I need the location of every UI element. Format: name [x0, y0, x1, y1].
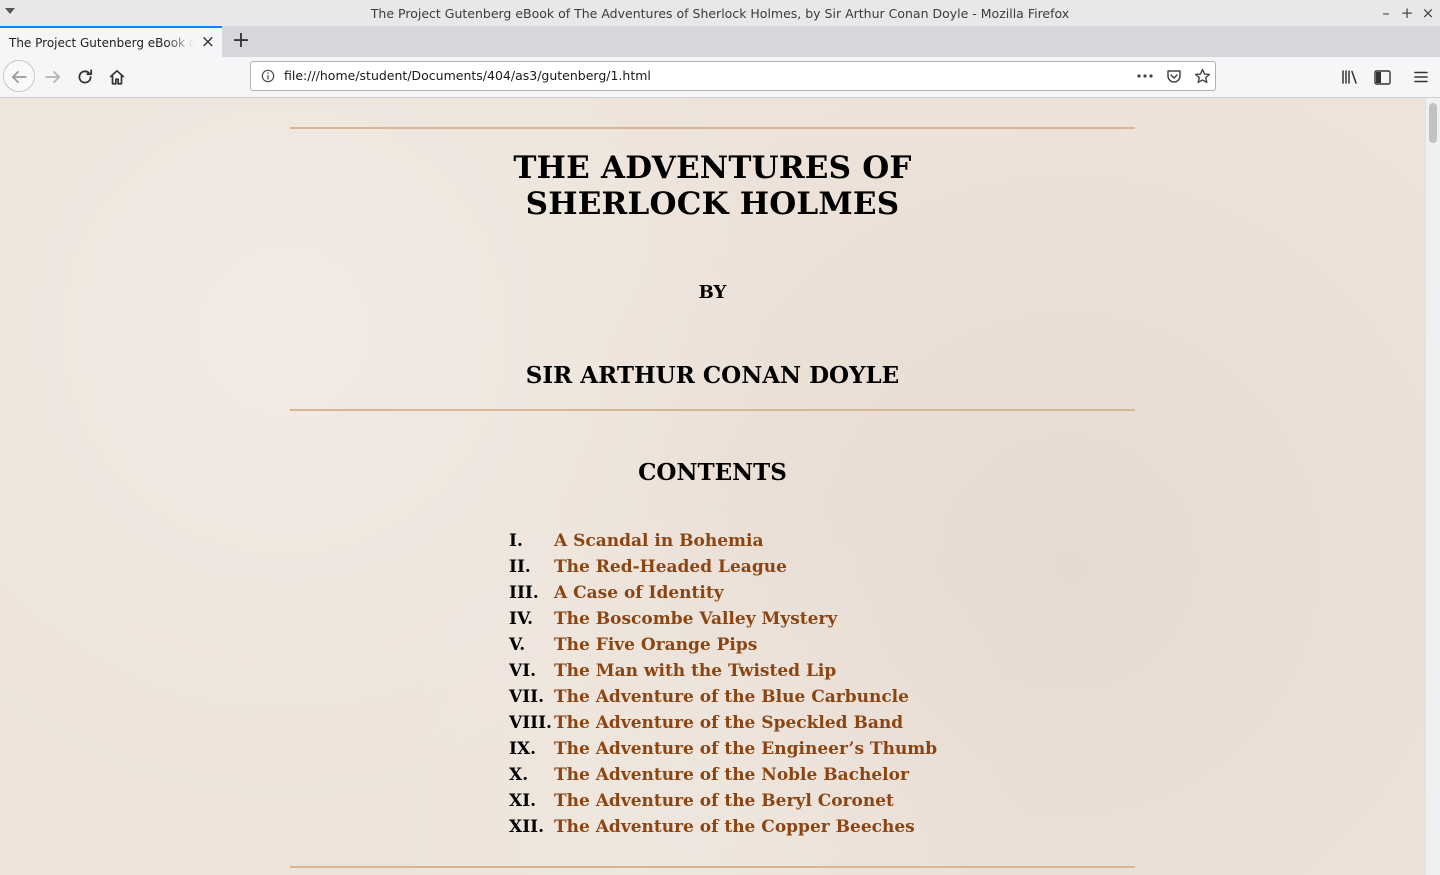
toc-chapter-link[interactable]: The Adventure of the Beryl Coronet [554, 791, 894, 811]
page-actions-icon[interactable] [1135, 67, 1155, 85]
toc-chapter-link[interactable]: The Boscombe Valley Mystery [554, 609, 837, 629]
by-line: BY [698, 282, 727, 303]
window-title: The Project Gutenberg eBook of The Adven… [370, 5, 1070, 21]
toc-chapter-number: II. [509, 557, 531, 577]
book-title-line-1: THE ADVENTURES OF [513, 150, 912, 186]
library-icon[interactable] [1340, 67, 1360, 87]
toc-row: XII. The Adventure of the Copper Beeches [509, 814, 937, 840]
forward-arrow-icon[interactable] [41, 65, 65, 89]
toc-chapter-link[interactable]: The Adventure of the Speckled Band [554, 713, 903, 733]
scrollbar-thumb[interactable] [1429, 103, 1437, 143]
bookmark-star-icon[interactable] [1192, 67, 1212, 85]
vertical-scrollbar[interactable] [1425, 98, 1440, 875]
horizontal-rule [290, 127, 1135, 129]
toc-chapter-link[interactable]: The Adventure of the Blue Carbuncle [554, 687, 909, 707]
tab-gutenberg[interactable]: The Project Gutenberg eBook of The Adven… [0, 26, 222, 57]
toc-row: X. The Adventure of the Noble Bachelor [509, 762, 937, 788]
toc-chapter-number: XI. [509, 791, 537, 811]
back-arrow-icon[interactable] [7, 65, 31, 89]
toc-chapter-number: XII. [509, 817, 545, 837]
home-icon[interactable] [105, 65, 129, 89]
horizontal-rule [290, 866, 1135, 868]
toc-row: V. The Five Orange Pips [509, 632, 937, 658]
sidebar-toggle-icon[interactable] [1372, 67, 1392, 87]
toc-chapter-number: IX. [509, 739, 537, 759]
navigation-bar: file:///home/student/Documents/404/as3/g… [0, 57, 1440, 98]
minimize-icon[interactable]: – [1376, 3, 1396, 23]
page-content: THE ADVENTURES OF SHERLOCK HOLMES BY SIR… [0, 98, 1425, 875]
site-info-icon[interactable] [261, 69, 275, 83]
window-menu-icon[interactable] [5, 8, 15, 14]
toc-chapter-number: V. [509, 635, 526, 655]
toc-chapter-link[interactable]: The Adventure of the Copper Beeches [554, 817, 915, 837]
maximize-icon[interactable]: + [1397, 3, 1417, 23]
toc-chapter-number: I. [509, 531, 523, 551]
url-bar[interactable]: file:///home/student/Documents/404/as3/g… [250, 61, 1216, 91]
tab-close-icon[interactable]: × [201, 32, 215, 52]
toc-chapter-number: IV. [509, 609, 534, 629]
toc-chapter-number: X. [509, 765, 529, 785]
toc-chapter-link[interactable]: The Five Orange Pips [554, 635, 757, 655]
contents-heading: CONTENTS [638, 459, 787, 486]
book-title: THE ADVENTURES OF SHERLOCK HOLMES [290, 150, 1135, 222]
toc-chapter-link[interactable]: A Scandal in Bohemia [554, 531, 763, 551]
toc-chapter-number: III. [509, 583, 539, 603]
hamburger-menu-icon[interactable] [1411, 67, 1431, 87]
toc-chapter-link[interactable]: The Red-Headed League [554, 557, 787, 577]
reload-icon[interactable] [73, 65, 97, 89]
tab-strip: The Project Gutenberg eBook of The Adven… [0, 26, 1440, 58]
toc-row: IX. The Adventure of the Engineer’s Thumb [509, 736, 937, 762]
window-titlebar: The Project Gutenberg eBook of The Adven… [0, 0, 1440, 27]
table-of-contents: I. A Scandal in Bohemia II. The Red-Headed … [509, 528, 937, 840]
toc-chapter-number: VIII. [509, 713, 552, 733]
author-name: SIR ARTHUR CONAN DOYLE [525, 362, 900, 389]
toc-chapter-number: VII. [509, 687, 545, 707]
toc-row: VII. The Adventure of the Blue Carbuncle [509, 684, 937, 710]
pocket-icon[interactable] [1164, 67, 1184, 85]
url-text[interactable]: file:///home/student/Documents/404/as3/g… [284, 68, 651, 83]
toc-chapter-link[interactable]: The Adventure of the Noble Bachelor [554, 765, 909, 785]
toc-row: IV. The Boscombe Valley Mystery [509, 606, 937, 632]
toc-chapter-number: VI. [509, 661, 537, 681]
toc-row: II. The Red-Headed League [509, 554, 937, 580]
toc-row: VI. The Man with the Twisted Lip [509, 658, 937, 684]
toc-chapter-link[interactable]: The Man with the Twisted Lip [554, 661, 836, 681]
book-title-line-2: SHERLOCK HOLMES [525, 186, 900, 222]
toc-chapter-link[interactable]: A Case of Identity [554, 583, 724, 603]
tab-title: The Project Gutenberg eBook of The Adven… [9, 35, 194, 50]
toc-row: III. A Case of Identity [509, 580, 937, 606]
toc-row: XI. The Adventure of the Beryl Coronet [509, 788, 937, 814]
toc-chapter-link[interactable]: The Adventure of the Engineer’s Thumb [554, 739, 937, 759]
horizontal-rule [290, 409, 1135, 411]
toc-row: I. A Scandal in Bohemia [509, 528, 937, 554]
new-tab-icon[interactable]: + [230, 27, 252, 54]
close-icon[interactable]: × [1418, 3, 1438, 23]
toc-row: VIII. The Adventure of the Speckled Band [509, 710, 937, 736]
